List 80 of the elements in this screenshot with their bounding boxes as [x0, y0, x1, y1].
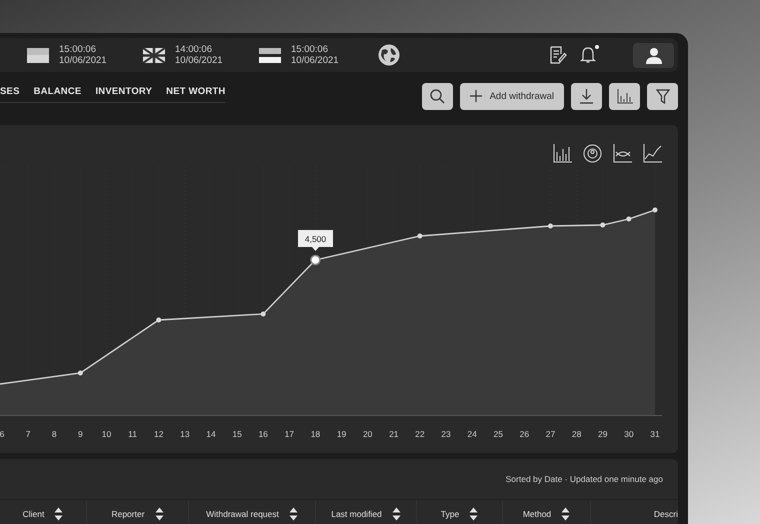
x-axis-label: 17 — [284, 429, 294, 439]
tab[interactable]: NET WORTH — [166, 86, 226, 96]
x-axis-label: 23 — [441, 429, 451, 439]
data-point[interactable] — [548, 224, 553, 228]
sort-icon[interactable] — [54, 507, 64, 521]
tab[interactable]: BALANCE — [34, 86, 82, 96]
table-status: Sorted by Date · Updated one minute ago — [506, 474, 663, 485]
user-icon — [646, 46, 662, 64]
clock-time: 14:00:06 — [175, 44, 213, 55]
x-axis-label: 27 — [546, 429, 556, 439]
x-axis-label: 25 — [494, 429, 504, 439]
sort-icon[interactable] — [561, 507, 570, 521]
bar-chart-icon — [616, 88, 632, 104]
x-axis-label: 12 — [154, 429, 164, 439]
data-point[interactable] — [78, 370, 83, 376]
x-axis-label: 14 — [206, 429, 216, 439]
donut-chart-icon[interactable] — [583, 144, 602, 163]
data-point[interactable] — [652, 208, 658, 212]
add-withdrawal-button[interactable]: Add withdrawal — [460, 82, 564, 110]
column-header[interactable]: Withdrawal request — [206, 509, 279, 519]
download-icon — [580, 88, 593, 104]
bar-chart-icon[interactable] — [553, 144, 572, 163]
x-axis-label: 7 — [26, 429, 30, 439]
x-axis-label: 31 — [650, 429, 660, 439]
x-axis-label: 24 — [467, 429, 477, 439]
x-axis-label: 10 — [102, 429, 112, 439]
column-header[interactable]: Last modified — [331, 509, 382, 519]
x-axis-label: 29 — [598, 429, 608, 439]
highlighted-point[interactable] — [310, 254, 321, 266]
data-point[interactable] — [156, 318, 162, 322]
plus-icon — [470, 90, 482, 102]
document-edit-icon[interactable] — [550, 46, 567, 64]
x-axis-label: 11 — [128, 429, 138, 439]
clock-date: 10/06/2021 — [291, 55, 339, 66]
clock-date: 10/06/2021 — [59, 55, 107, 66]
bell-icon[interactable] — [579, 45, 599, 65]
data-point[interactable] — [417, 234, 422, 238]
tooltip — [298, 230, 333, 251]
x-axis-label: 22 — [415, 429, 425, 439]
avatar-button[interactable] — [633, 42, 674, 68]
x-axis-label: 9 — [78, 429, 83, 439]
area-chart-icon[interactable] — [643, 144, 662, 163]
search-icon — [430, 88, 445, 104]
clock-time: 15:00:06 — [59, 44, 97, 55]
sort-icon[interactable] — [469, 507, 478, 521]
x-axis-label: 18 — [310, 429, 320, 439]
x-axis-label: 16 — [258, 429, 268, 439]
search-button[interactable] — [422, 82, 453, 110]
download-button[interactable] — [571, 82, 602, 110]
clock-date: 10/06/2021 — [175, 55, 223, 66]
sort-icon[interactable] — [154, 507, 164, 521]
column-header[interactable]: Reporter — [111, 509, 145, 519]
bar-chart-button[interactable] — [609, 82, 640, 110]
filter-button[interactable] — [647, 82, 678, 110]
globe-icon[interactable] — [378, 44, 400, 66]
x-axis-label: 26 — [520, 429, 530, 439]
x-axis-label: 28 — [572, 429, 582, 439]
clock-time: 15:00:06 — [291, 44, 329, 55]
x-axis-label: 21 — [389, 429, 399, 439]
x-axis-label: 20 — [362, 429, 372, 439]
filter-icon — [656, 88, 670, 104]
tab[interactable]: SES — [0, 86, 20, 96]
tab[interactable]: INVENTORY — [95, 86, 152, 96]
data-point[interactable] — [600, 222, 606, 228]
sort-icon[interactable] — [288, 507, 298, 521]
column-header[interactable]: Type — [440, 509, 460, 519]
x-axis-label: 8 — [52, 429, 57, 439]
x-axis-label: 30 — [624, 429, 634, 439]
x-axis-label: 19 — [336, 429, 346, 439]
column-header[interactable]: Method — [522, 509, 552, 519]
x-axis-label: 6 — [0, 429, 4, 439]
curve-chart-icon[interactable] — [613, 144, 632, 163]
tooltip-value: 4,500 — [304, 234, 326, 244]
x-axis-label: 13 — [180, 429, 190, 439]
x-axis-label: 15 — [232, 429, 242, 439]
column-header[interactable]: Descri — [654, 509, 678, 519]
data-point[interactable] — [260, 312, 266, 316]
column-header[interactable]: Client — [22, 509, 44, 519]
sort-icon[interactable] — [392, 507, 401, 521]
data-point[interactable] — [626, 216, 632, 222]
